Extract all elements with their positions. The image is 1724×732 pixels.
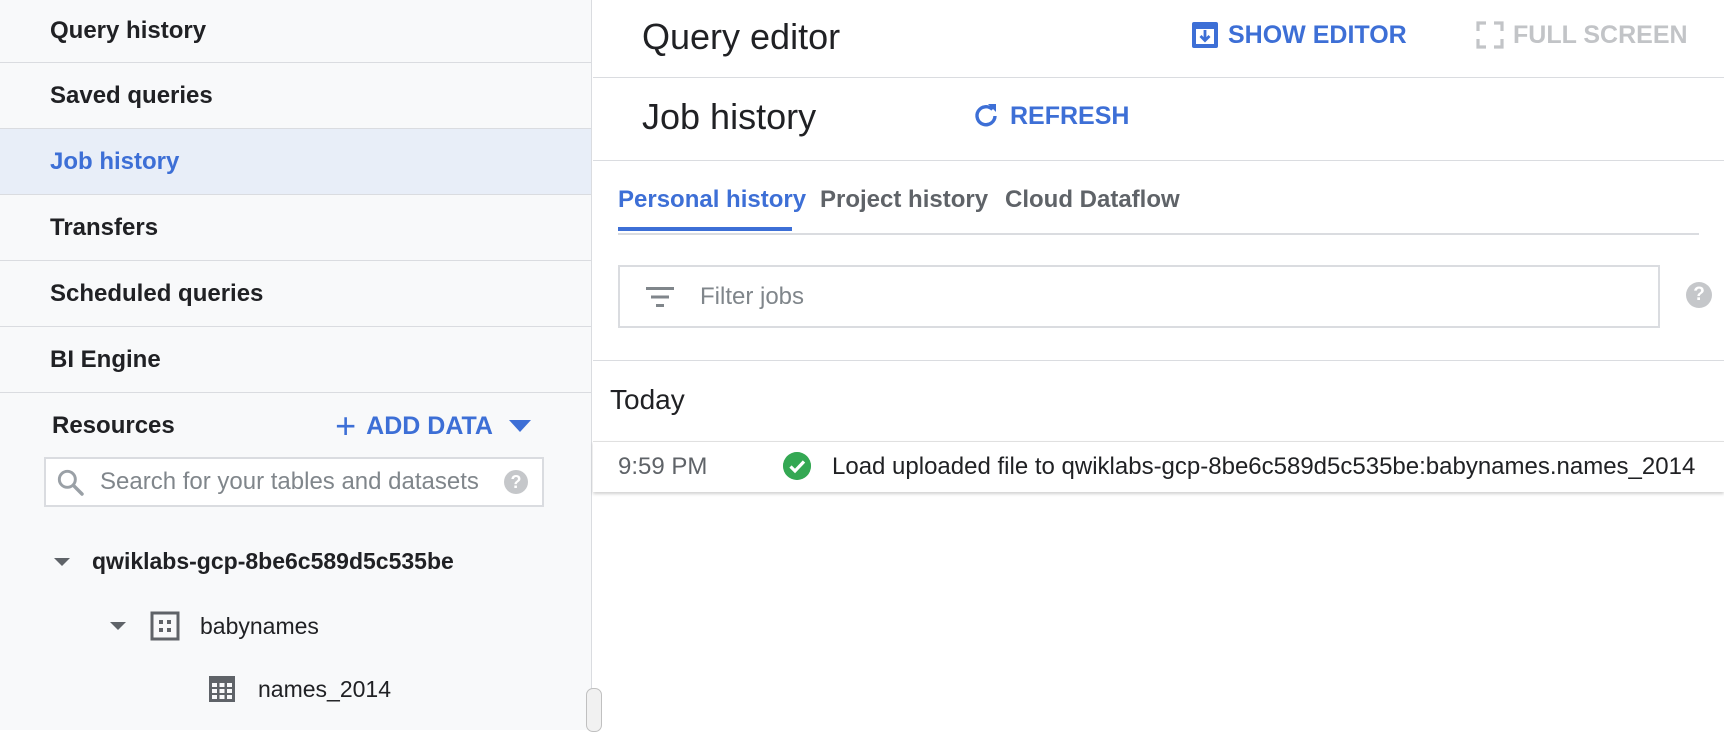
caret-down-icon[interactable] (54, 557, 70, 566)
show-editor-button[interactable]: SHOW EDITOR (1190, 20, 1407, 50)
job-history-title: Job history (642, 96, 817, 137)
search-icon (57, 469, 84, 496)
search-input[interactable] (98, 467, 492, 497)
show-editor-label: SHOW EDITOR (1228, 20, 1407, 49)
sidebar-item-bi-engine[interactable]: BI Engine (0, 327, 591, 393)
fullscreen-icon (1476, 21, 1504, 49)
refresh-icon (975, 104, 997, 127)
full-screen-button[interactable]: FULL SCREEN (1475, 20, 1688, 50)
success-check-icon (783, 452, 811, 480)
divider (593, 360, 1724, 361)
main-pane: Query editor SHOW EDITOR FULL SCREEN Job… (593, 0, 1724, 730)
job-history-header: Job history REFRESH (593, 78, 1724, 161)
tree-project-row[interactable]: qwiklabs-gcp-8be6c589d5c535be (54, 548, 454, 575)
refresh-label: REFRESH (1010, 101, 1130, 130)
table-name[interactable]: names_2014 (258, 676, 391, 703)
full-screen-label: FULL SCREEN (1513, 20, 1688, 49)
tab-personal-history[interactable]: Personal history (618, 186, 806, 214)
job-group-label: Today (610, 384, 685, 415)
tab-project-history[interactable]: Project history (820, 186, 988, 214)
sidebar-item-transfers[interactable]: Transfers (0, 195, 591, 261)
sidebar-item-label: Scheduled queries (50, 279, 264, 307)
resources-title: Resources (52, 412, 175, 439)
tree-dataset-row[interactable]: babynames (110, 611, 319, 641)
job-row[interactable]: 9:59 PM Load uploaded file to qwiklabs-g… (593, 441, 1724, 492)
resources-search: ? (44, 457, 544, 507)
help-icon[interactable]: ? (1686, 282, 1712, 308)
job-description: Load uploaded file to qwiklabs-gcp-8be6c… (832, 453, 1696, 480)
sidebar-item-saved-queries[interactable]: Saved queries (0, 63, 591, 129)
refresh-button[interactable]: REFRESH (970, 100, 1129, 132)
sidebar-item-label: Query history (50, 17, 207, 44)
add-data-button[interactable]: + ADD DATA (335, 408, 531, 444)
dataset-name[interactable]: babynames (200, 613, 319, 640)
filter-jobs-input[interactable] (698, 281, 1602, 312)
table-icon (209, 676, 235, 702)
plus-icon: + (335, 405, 357, 446)
sidebar-item-label: Saved queries (50, 81, 213, 109)
sidebar-item-job-history[interactable]: Job history (0, 129, 591, 195)
resources-header: Resources + ADD DATA (0, 393, 591, 459)
sidebar-item-label: Transfers (50, 213, 159, 241)
dataset-icon (150, 611, 180, 641)
filter-jobs (618, 265, 1660, 328)
project-name[interactable]: qwiklabs-gcp-8be6c589d5c535be (92, 548, 454, 575)
sidebar-item-scheduled-queries[interactable]: Scheduled queries (0, 261, 591, 327)
sidebar-item-query-history[interactable]: Query history (0, 0, 591, 63)
dropdown-arrow-icon[interactable] (509, 420, 531, 432)
sidebar-item-label: BI Engine (50, 345, 161, 373)
tab-cloud-dataflow[interactable]: Cloud Dataflow (1005, 186, 1180, 214)
sidebar-item-label: Job history (50, 147, 180, 175)
history-tabs: Personal history Project history Cloud D… (618, 160, 1699, 235)
caret-down-icon[interactable] (110, 622, 126, 630)
job-time: 9:59 PM (618, 453, 708, 480)
query-editor-header: Query editor SHOW EDITOR FULL SCREEN (593, 0, 1724, 78)
filter-icon (646, 286, 674, 307)
sidebar: Query history Saved queries Job history … (0, 0, 602, 732)
show-editor-icon (1192, 22, 1218, 48)
help-icon[interactable]: ? (504, 470, 528, 494)
add-data-label: ADD DATA (366, 411, 493, 440)
page-title: Query editor (642, 16, 841, 57)
active-tab-indicator (618, 227, 792, 231)
tree-table-row[interactable]: names_2014 (208, 675, 391, 703)
